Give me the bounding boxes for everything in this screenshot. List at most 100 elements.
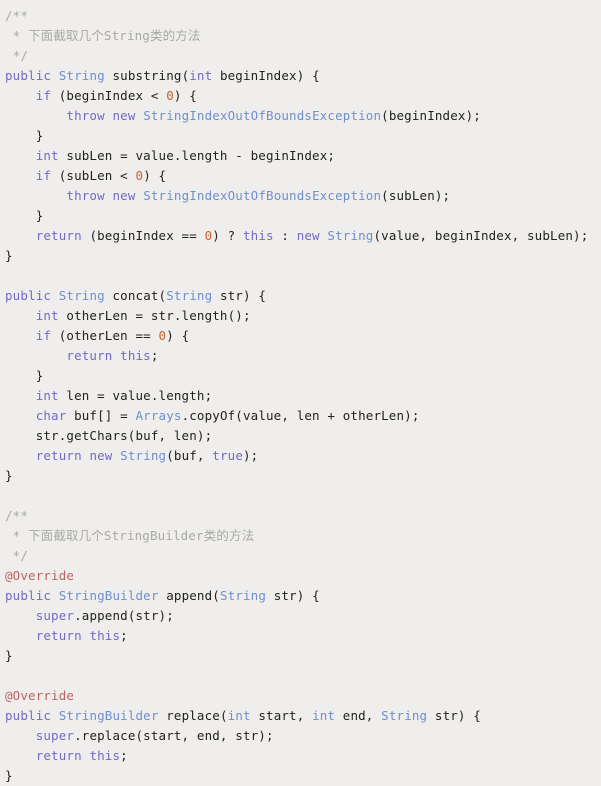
code-token-pln: }	[5, 208, 44, 223]
code-token-pln: ) {	[143, 168, 167, 183]
code-line: public StringBuilder append(String str) …	[5, 586, 601, 606]
code-token-cmt: */	[5, 548, 29, 563]
code-token-cmt: * 下面截取几个String类的方法	[5, 28, 201, 43]
code-token-typ: StringBuilder	[58, 708, 159, 723]
code-token-cmt: */	[5, 48, 29, 63]
code-token-kw: if	[35, 328, 52, 343]
code-token-pln: }	[5, 768, 13, 783]
code-token-typ: int	[312, 708, 336, 723]
code-token-pln: ;	[120, 628, 128, 643]
code-token-pln: str.getChars(buf, len);	[5, 428, 213, 443]
code-token-kw: int	[189, 68, 213, 83]
code-token-pln	[5, 88, 36, 103]
code-token-kw: this	[242, 228, 274, 243]
code-token-kw: new	[89, 448, 113, 463]
code-token-pln: ;	[120, 748, 128, 763]
code-line: }	[5, 366, 601, 386]
code-token-cmt: /**	[5, 508, 29, 523]
code-token-pln: (otherLen ==	[51, 328, 159, 343]
code-token-kw: return	[66, 348, 113, 363]
code-token-kw: true	[212, 448, 243, 463]
code-line: return this;	[5, 346, 601, 366]
code-token-kw: public	[5, 708, 52, 723]
code-token-kw: int	[35, 148, 59, 163]
code-line: return this;	[5, 746, 601, 766]
code-token-pln	[5, 308, 36, 323]
code-line: char buf[] = Arrays.copyOf(value, len + …	[5, 406, 601, 426]
code-line: }	[5, 206, 601, 226]
code-token-pln: otherLen = str.length();	[58, 308, 251, 323]
code-token-pln	[5, 748, 36, 763]
code-line: }	[5, 126, 601, 146]
code-token-typ: String	[166, 288, 213, 303]
code-token-typ: String	[327, 228, 374, 243]
code-token-pln: end,	[335, 708, 382, 723]
code-viewer[interactable]: /** * 下面截取几个String类的方法 */ public String s…	[0, 0, 601, 786]
code-token-pln	[51, 708, 59, 723]
code-line: * 下面截取几个String类的方法	[5, 26, 601, 46]
code-line: int otherLen = str.length();	[5, 306, 601, 326]
code-line: str.getChars(buf, len);	[5, 426, 601, 446]
code-token-pln: .append(str);	[74, 608, 174, 623]
code-token-pln: :	[273, 228, 297, 243]
code-token-pln: ) ?	[212, 228, 243, 243]
code-token-typ: String	[58, 288, 105, 303]
code-token-pln	[5, 408, 36, 423]
code-token-kw: super	[35, 728, 75, 743]
code-token-pln: replace(	[158, 708, 228, 723]
code-token-pln: .replace(start, end, str);	[74, 728, 274, 743]
code-line: throw new StringIndexOutOfBoundsExceptio…	[5, 186, 601, 206]
code-token-pln: (value, beginIndex, subLen);	[373, 228, 589, 243]
code-token-pln: (subLen);	[381, 188, 451, 203]
code-line: return this;	[5, 626, 601, 646]
code-line: }	[5, 646, 601, 666]
code-line: int len = value.length;	[5, 386, 601, 406]
code-token-pln	[5, 108, 66, 123]
code-token-pln: len = value.length;	[58, 388, 213, 403]
code-line: return (beginIndex == 0) ? this : new St…	[5, 226, 601, 246]
code-token-typ: String	[219, 588, 267, 603]
code-token-kw: return	[35, 448, 82, 463]
code-line: public String concat(String str) {	[5, 286, 601, 306]
code-token-pln	[5, 168, 36, 183]
code-line: /**	[5, 6, 601, 26]
code-token-pln	[5, 728, 36, 743]
code-token-pln: }	[5, 248, 13, 263]
code-token-kw: return	[35, 748, 82, 763]
code-token-pln	[5, 608, 36, 623]
code-token-pln: subLen = value.length - beginIndex;	[58, 148, 336, 163]
code-line: if (beginIndex < 0) {	[5, 86, 601, 106]
code-token-pln: .copyOf(value, len + otherLen);	[181, 408, 420, 423]
code-token-pln	[5, 328, 36, 343]
code-token-typ: StringIndexOutOfBoundsException	[143, 188, 382, 203]
code-token-kw: int	[35, 388, 59, 403]
code-token-pln: (beginIndex);	[381, 108, 481, 123]
code-token-num: 0	[166, 88, 174, 103]
code-line: throw new StringIndexOutOfBoundsExceptio…	[5, 106, 601, 126]
code-line: int subLen = value.length - beginIndex;	[5, 146, 601, 166]
code-token-typ: int	[227, 708, 251, 723]
code-token-kw: new	[112, 108, 136, 123]
code-token-pln: str) {	[266, 588, 320, 603]
code-token-pln: }	[5, 128, 44, 143]
code-token-kw: return	[35, 628, 82, 643]
code-token-typ: String	[120, 448, 167, 463]
code-token-pln	[51, 588, 59, 603]
code-token-pln	[5, 448, 36, 463]
code-token-pln: substring(	[104, 68, 190, 83]
code-token-pln: str) {	[427, 708, 481, 723]
code-line: public StringBuilder replace(int start, …	[5, 706, 601, 726]
code-token-kw: public	[5, 68, 52, 83]
code-token-pln	[51, 68, 59, 83]
code-line: @Override	[5, 686, 601, 706]
code-token-pln: ) {	[173, 88, 197, 103]
code-token-kw: if	[35, 168, 52, 183]
code-line: * 下面截取几个StringBuilder类的方法	[5, 526, 601, 546]
code-token-typ: String	[381, 708, 428, 723]
code-line: }	[5, 246, 601, 266]
code-token-pln	[5, 348, 66, 363]
code-token-pln: buf[] =	[66, 408, 136, 423]
code-token-pln: ;	[150, 348, 159, 363]
